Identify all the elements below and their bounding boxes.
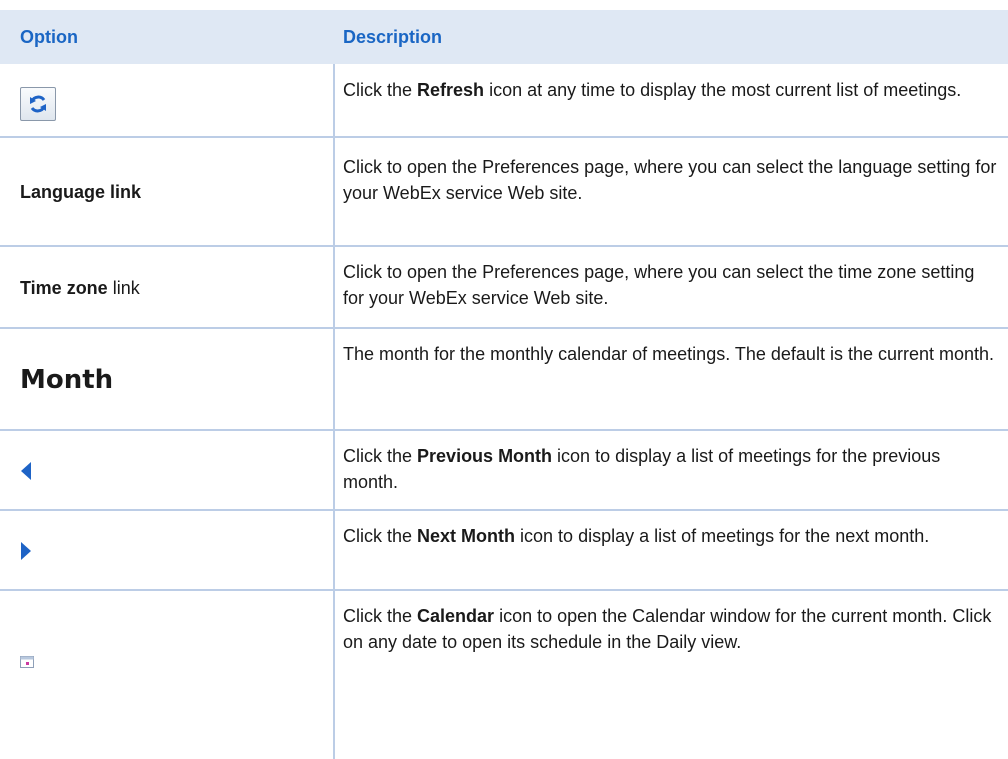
option-cell <box>20 591 320 733</box>
refresh-icon[interactable] <box>20 87 56 121</box>
table-row-time-zone: Time zone link Click to open the Prefere… <box>0 247 1008 329</box>
description-cell: Click the Calendar icon to open the Cale… <box>343 606 992 652</box>
time-zone-link[interactable]: Time zone link <box>20 247 320 329</box>
description-cell: Click to open the Preferences page, wher… <box>343 262 975 308</box>
previous-month-icon[interactable] <box>20 461 32 481</box>
language-link[interactable]: Language link <box>20 138 320 247</box>
calendar-icon[interactable] <box>20 656 34 668</box>
option-column-header: Option <box>20 27 78 47</box>
table-row-language: Language link Click to open the Preferen… <box>0 138 1008 247</box>
option-cell <box>20 431 320 511</box>
table-row-previous-month: Click the Previous Month icon to display… <box>0 431 1008 511</box>
next-month-icon[interactable] <box>20 541 32 561</box>
table-row-refresh: Click the Refresh icon at any time to di… <box>0 64 1008 138</box>
option-cell <box>20 64 320 138</box>
table-header: Option Description <box>0 10 1008 64</box>
month-label: Month <box>20 365 114 395</box>
table-row-next-month: Click the Next Month icon to display a l… <box>0 511 1008 591</box>
description-cell: The month for the monthly calendar of me… <box>343 344 995 364</box>
description-cell: Click to open the Preferences page, wher… <box>343 157 997 203</box>
option-cell <box>20 511 320 591</box>
description-cell: Click the Refresh icon at any time to di… <box>343 80 962 100</box>
description-cell: Click the Previous Month icon to display… <box>343 446 941 492</box>
description-column-header: Description <box>343 27 443 47</box>
table-row-calendar: Click the Calendar icon to open the Cale… <box>0 591 1008 759</box>
description-cell: Click the Next Month icon to display a l… <box>343 526 930 546</box>
table-row-month: Month The month for the monthly calendar… <box>0 329 1008 431</box>
